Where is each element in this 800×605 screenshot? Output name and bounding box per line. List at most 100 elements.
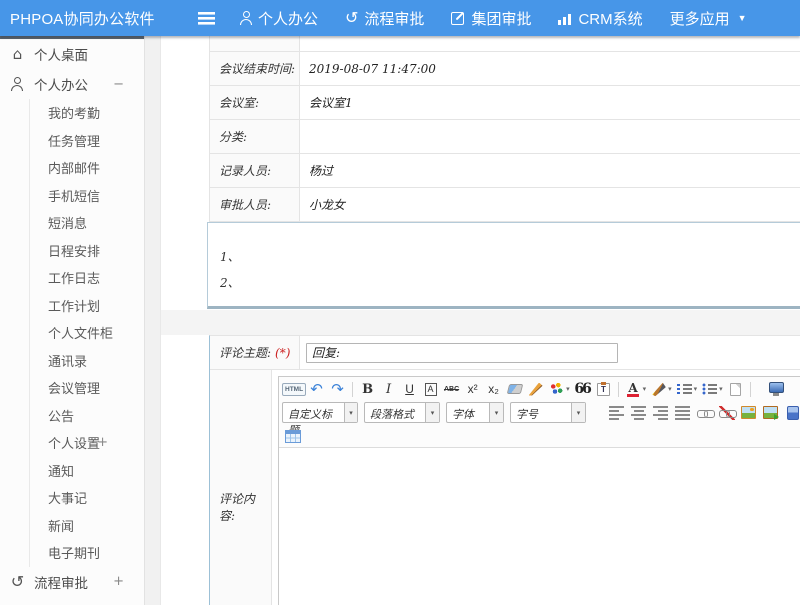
link-icon — [697, 406, 713, 420]
sidebar-item-announcements[interactable]: 公告 — [29, 402, 144, 430]
sidebar-item-work-log[interactable]: 工作日志 — [29, 264, 144, 292]
undo-icon[interactable]: ↶ — [306, 379, 327, 399]
link-icon[interactable] — [694, 403, 715, 423]
align-center-icon[interactable] — [628, 403, 649, 423]
sidebar-item-settings[interactable]: 个人设置+ — [29, 429, 144, 457]
insert-image-icon — [741, 406, 756, 419]
font-size-select-arrow-icon[interactable]: ▾ — [571, 403, 585, 422]
emoticon-paint-icon[interactable] — [546, 379, 567, 399]
highlight-color-icon[interactable] — [648, 379, 669, 399]
format-brush-icon[interactable] — [525, 379, 546, 399]
insert-flash-icon[interactable] — [782, 403, 800, 423]
heading-select[interactable]: 自定义标题▾ — [282, 402, 358, 423]
meeting-notes-box: 1、2、 — [207, 222, 800, 309]
unordered-list-icon[interactable] — [699, 379, 720, 399]
font-family-select-arrow-icon[interactable]: ▾ — [489, 403, 503, 422]
bold-icon[interactable]: B — [357, 379, 378, 399]
font-color-icon[interactable]: A — [623, 379, 644, 399]
source-code-button: HTML — [282, 383, 306, 396]
sidebar-item-file-cabinet[interactable]: 个人文件柜 — [29, 319, 144, 347]
new-page-icon[interactable] — [725, 379, 746, 399]
caret-down-icon: ▼ — [738, 13, 747, 23]
nav-workflow-approval[interactable]: ↺流程审批 — [345, 8, 424, 29]
nav-crm-system-label: CRM系统 — [578, 8, 642, 29]
insert-media-icon[interactable] — [760, 403, 781, 423]
paragraph-format-select-arrow-icon[interactable]: ▾ — [425, 403, 439, 422]
sidebar-item-schedule[interactable]: 日程安排 — [29, 237, 144, 265]
subscript-icon[interactable]: x₂ — [483, 379, 504, 399]
source-code-button[interactable]: HTML — [282, 379, 306, 399]
nav-more-apps[interactable]: 更多应用 ▼ — [670, 8, 747, 29]
sidebar-item-messages[interactable]: 短消息 — [29, 209, 144, 237]
rich-text-editor: HTML↶↷BIUAABCx²x₂▾66A▾▾▾▾ 自定义标题▾段落格式▾字体▾… — [278, 376, 800, 605]
nav-more-apps-label: 更多应用 — [670, 8, 730, 29]
sidebar-item-internal-mail-label: 内部邮件 — [48, 158, 100, 177]
sidebar-item-events[interactable]: 大事记 — [29, 484, 144, 512]
nav-personal-office[interactable]: 个人办公 — [239, 8, 318, 29]
strikethrough-icon[interactable]: ABC — [441, 379, 462, 399]
nav-crm-system[interactable]: CRM系统 — [558, 8, 642, 29]
sidebar-item-tasks[interactable]: 任务管理 — [29, 127, 144, 155]
highlight-color-icon-dropdown-arrow[interactable]: ▾ — [668, 385, 672, 393]
sidebar-item-news[interactable]: 新闻 — [29, 512, 144, 540]
expand-toggle-icon[interactable]: + — [97, 435, 108, 450]
insert-table-icon[interactable] — [282, 426, 303, 446]
notes-line: 2、 — [220, 274, 800, 291]
sidebar-item-work-plan[interactable]: 工作计划 — [29, 292, 144, 320]
required-mark: (*) — [275, 346, 290, 360]
row-recorder-value: 杨过 — [300, 154, 800, 187]
sidebar-item-attendance[interactable]: 我的考勤 — [29, 99, 144, 127]
insert-image-icon[interactable] — [738, 403, 759, 423]
nav-group-approval[interactable]: 集团审批 — [451, 8, 531, 29]
editor-content-area[interactable] — [279, 447, 800, 605]
blockquote-icon[interactable]: 66 — [572, 379, 593, 399]
unlink-icon[interactable] — [716, 403, 737, 423]
underline-icon[interactable]: U — [399, 379, 420, 399]
font-size-select[interactable]: 字号▾ — [510, 402, 586, 423]
paragraph-format-select[interactable]: 段落格式▾ — [364, 402, 440, 423]
sidebar-item-workflow[interactable]: ↺流程审批+ — [0, 567, 144, 597]
sidebar-item-internal-mail[interactable]: 内部邮件 — [29, 154, 144, 182]
superscript-icon[interactable]: x² — [462, 379, 483, 399]
heading-select-arrow-icon[interactable]: ▾ — [344, 403, 357, 422]
italic-icon[interactable]: I — [378, 379, 399, 399]
menu-icon[interactable] — [198, 12, 215, 25]
row-category-value — [300, 120, 800, 153]
row-partial — [210, 36, 800, 52]
redo-icon[interactable]: ↷ — [327, 379, 348, 399]
ordered-list-icon-dropdown-arrow[interactable]: ▾ — [694, 385, 698, 393]
font-family-select[interactable]: 字体▾ — [446, 402, 504, 423]
expand-toggle-icon[interactable]: + — [113, 574, 124, 589]
remove-format-eraser-icon[interactable] — [504, 379, 525, 399]
row-category: 分类: — [210, 120, 800, 154]
strikethrough-icon: ABC — [444, 386, 459, 393]
paste-from-word-icon[interactable] — [593, 379, 614, 399]
app-logo: PHPOA协同办公软件 — [10, 8, 198, 29]
insert-table-icon — [285, 430, 301, 443]
user-icon — [10, 77, 25, 91]
sidebar-item-meetings[interactable]: 会议管理 — [29, 374, 144, 402]
sidebar-item-e-journal[interactable]: 电子期刊 — [29, 539, 144, 567]
sidebar-gutter — [145, 36, 161, 605]
sidebar-item-sms[interactable]: 手机短信 — [29, 182, 144, 210]
row-meeting-room-value: 会议室1 — [300, 86, 800, 119]
align-left-icon[interactable] — [606, 403, 627, 423]
fullscreen-icon[interactable] — [766, 379, 787, 399]
emoticon-paint-icon-dropdown-arrow[interactable]: ▾ — [566, 385, 570, 393]
align-right-icon[interactable] — [650, 403, 671, 423]
align-right-icon — [653, 405, 668, 420]
font-style-box-icon[interactable]: A — [420, 379, 441, 399]
unordered-list-icon-dropdown-arrow[interactable]: ▾ — [719, 385, 723, 393]
nav-workflow-approval-label: 流程审批 — [364, 8, 424, 29]
sidebar-item-contacts[interactable]: 通讯录 — [29, 347, 144, 375]
sidebar-item-desktop[interactable]: ⌂个人桌面 — [0, 39, 144, 69]
sidebar-item-notices[interactable]: 通知 — [29, 457, 144, 485]
ordered-list-icon[interactable] — [674, 379, 695, 399]
sidebar-item-personal-office[interactable]: 个人办公− — [0, 69, 144, 99]
justify-icon[interactable] — [672, 403, 693, 423]
bold-icon: B — [362, 382, 373, 397]
expand-toggle-icon[interactable]: − — [113, 77, 124, 92]
content-area: 会议结束时间:2019-08-07 11:47:00会议室:会议室1分类:记录人… — [161, 36, 800, 605]
font-color-icon-dropdown-arrow[interactable]: ▾ — [643, 385, 647, 393]
comment-subject-input[interactable] — [306, 343, 618, 363]
